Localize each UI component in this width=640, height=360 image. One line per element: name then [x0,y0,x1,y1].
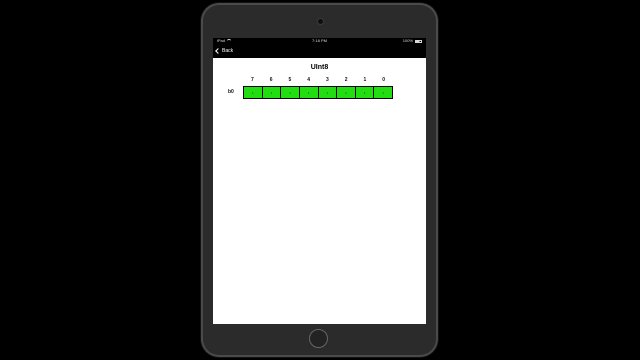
back-button[interactable]: Back [215,46,234,56]
bit-toggle-1[interactable]: 1 [355,87,375,98]
video-frame: iPad 7:18 PM 100% Back UInt8 7 6 5 4 3 2… [0,0,640,360]
battery-icon [415,39,422,43]
bit-index-header: 7 6 5 4 3 2 1 0 [243,77,393,85]
bit-index-1: 1 [363,77,367,83]
chevron-left-icon [215,48,221,54]
bit-toggle-5[interactable]: 1 [281,87,300,98]
camera-icon [317,18,324,25]
bit-index-4: 4 [307,77,311,83]
bit-toggle-3[interactable]: 1 [318,87,338,98]
bit-index-3: 3 [325,77,329,83]
bit-toggle-4[interactable]: 1 [299,87,319,98]
bit-index-2: 2 [344,77,348,83]
bit-index-7: 7 [250,77,254,83]
bit-toggle-7[interactable]: 1 [244,87,263,98]
byte-row-b0: 1 1 1 1 1 1 1 1 [243,86,393,99]
back-label: Back [222,48,234,54]
bit-index-5: 5 [288,77,292,83]
bit-viewer-content: UInt8 7 6 5 4 3 2 1 0 b0 1 1 1 1 1 1 1 1 [213,58,426,324]
bit-toggle-6[interactable]: 1 [262,87,282,98]
home-button[interactable] [309,329,328,348]
ipad-device: iPad 7:18 PM 100% Back UInt8 7 6 5 4 3 2… [201,3,438,357]
page-title: UInt8 [310,64,329,71]
bit-toggle-0[interactable]: 1 [374,87,392,98]
bit-index-6: 6 [269,77,273,83]
navigation-bar: Back [213,44,426,58]
bit-toggle-2[interactable]: 1 [337,87,356,98]
byte-label-b0: b0 [228,89,234,95]
device-screen: iPad 7:18 PM 100% Back UInt8 7 6 5 4 3 2… [213,38,426,324]
bit-index-0: 0 [382,77,386,83]
